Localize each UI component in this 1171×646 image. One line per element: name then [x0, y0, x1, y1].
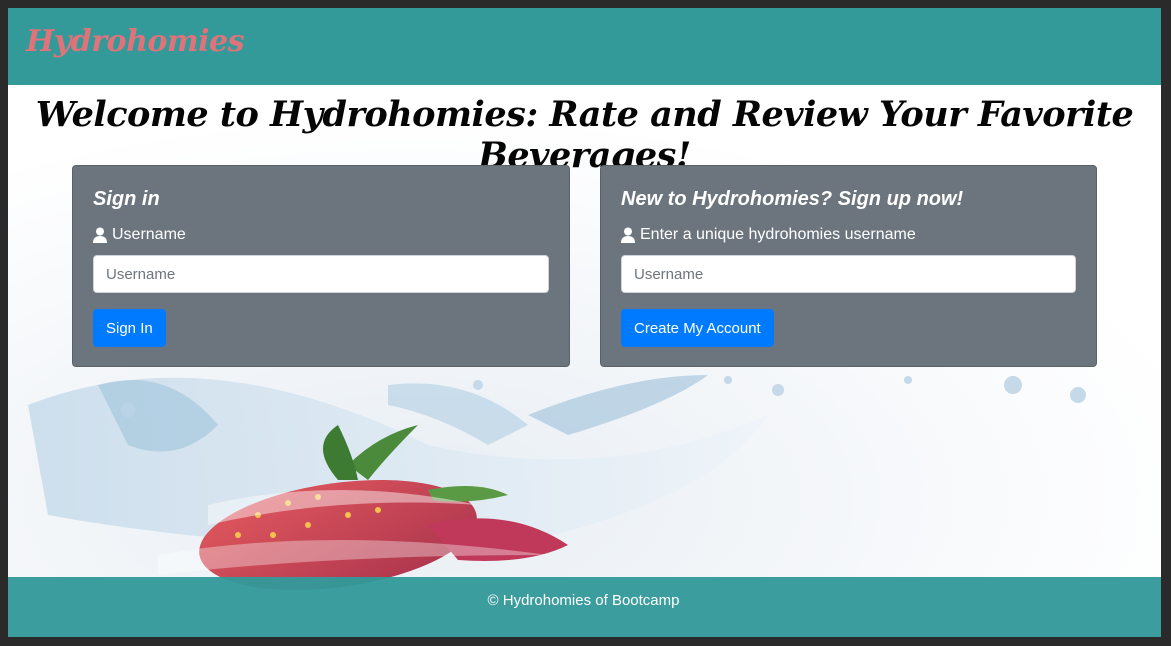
user-icon: [93, 227, 107, 243]
page-title: Welcome to Hydrohomies: Rate and Review …: [35, 94, 1134, 176]
new-username-label-text: Enter a unique hydrohomies username: [640, 226, 916, 243]
brand-logo[interactable]: Hydrohomies: [26, 24, 245, 59]
username-label: Username: [93, 226, 549, 244]
sign-in-button[interactable]: Sign In: [93, 309, 166, 347]
sign-in-username-input[interactable]: [93, 255, 549, 293]
sign-in-card: Sign in Username Sign In: [72, 165, 570, 367]
new-username-label: Enter a unique hydrohomies username: [621, 226, 1076, 244]
footer: © Hydrohomies of Bootcamp: [8, 577, 1161, 637]
create-account-button[interactable]: Create My Account: [621, 309, 774, 347]
user-icon: [621, 227, 635, 243]
footer-copyright: © Hydrohomies of Bootcamp: [487, 592, 680, 609]
sign-up-card: New to Hydrohomies? Sign up now! Enter a…: [600, 165, 1097, 367]
username-label-text: Username: [112, 226, 186, 243]
sign-up-username-input[interactable]: [621, 255, 1076, 293]
sign-up-title: New to Hydrohomies? Sign up now!: [621, 188, 964, 210]
sign-in-title: Sign in: [93, 188, 160, 210]
page-frame: Hydrohomies Welcome to Hydrohomies: Rate…: [8, 8, 1161, 637]
navbar: Hydrohomies: [8, 8, 1161, 85]
